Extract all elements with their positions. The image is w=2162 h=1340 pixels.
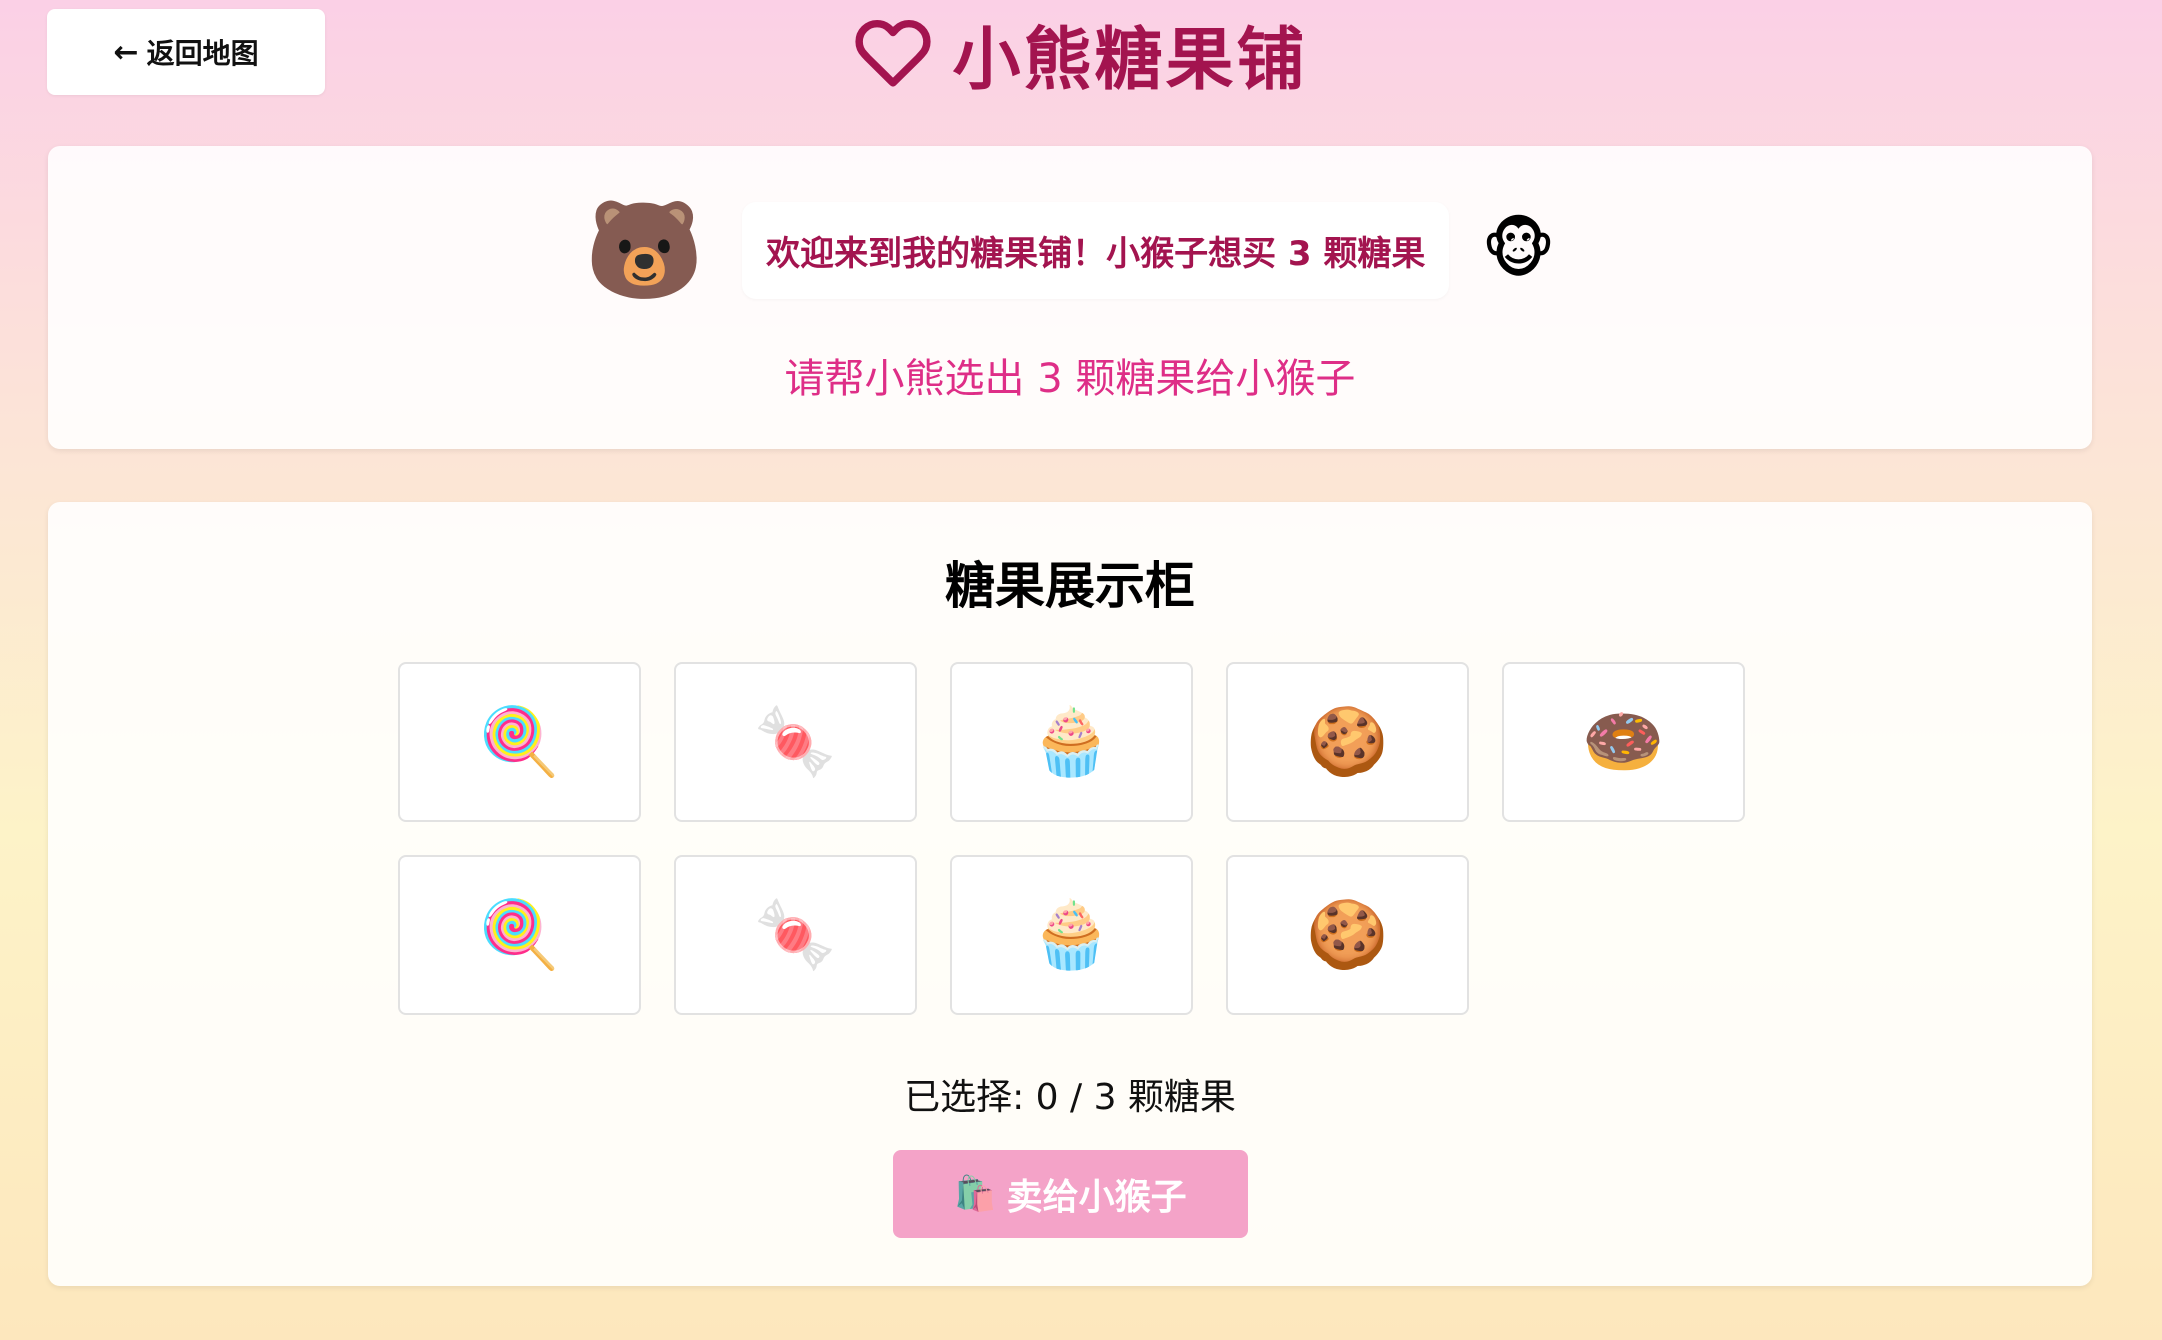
monkey-avatar: 🐵 bbox=[1481, 213, 1556, 287]
candy-tile-candy[interactable]: 🍬 bbox=[674, 855, 917, 1015]
candy-tile-candy[interactable]: 🍬 bbox=[674, 662, 917, 822]
candy-tile-cookie[interactable]: 🍪 bbox=[1226, 662, 1469, 822]
page-header: 小熊糖果铺 bbox=[0, 8, 2162, 100]
candy-grid: 🍭 🍬 🧁 🍪 🍩 🍭 🍬 🧁 🍪 bbox=[398, 662, 1748, 1015]
speech-row: 🐻 欢迎来到我的糖果铺！小猴子想买 3 颗糖果 🐵 bbox=[48, 196, 2092, 304]
candy-tile-cupcake[interactable]: 🧁 bbox=[950, 662, 1193, 822]
bear-avatar: 🐻 bbox=[584, 194, 705, 306]
page-title: 小熊糖果铺 bbox=[952, 20, 1308, 100]
candy-tile-cupcake[interactable]: 🧁 bbox=[950, 855, 1193, 1015]
candy-tile-donut[interactable]: 🍩 bbox=[1502, 662, 1745, 822]
candy-tile-lollipop[interactable]: 🍭 bbox=[398, 662, 641, 822]
instruction-text: 请帮小熊选出 3 颗糖果给小猴子 bbox=[784, 356, 1356, 402]
shopping-bag-icon: 🛍️ bbox=[954, 1174, 997, 1214]
sell-button-label: 卖给小猴子 bbox=[1006, 1177, 1187, 1218]
candy-tile-lollipop[interactable]: 🍭 bbox=[398, 855, 641, 1015]
intro-card: 🐻 欢迎来到我的糖果铺！小猴子想买 3 颗糖果 🐵 请帮小熊选出 3 颗糖果给小… bbox=[48, 146, 2092, 449]
sell-to-monkey-button[interactable]: 🛍️ 卖给小猴子 bbox=[893, 1150, 1248, 1238]
candy-shop-card: 糖果展示柜 🍭 🍬 🧁 🍪 🍩 🍭 🍬 🧁 🍪 已选择: 0 / 3 颗糖果 🛍… bbox=[48, 502, 2092, 1286]
speech-bubble: 欢迎来到我的糖果铺！小猴子想买 3 颗糖果 bbox=[742, 201, 1450, 299]
candy-tile-cookie[interactable]: 🍪 bbox=[1226, 855, 1469, 1015]
selection-count: 已选择: 0 / 3 颗糖果 bbox=[904, 1077, 1236, 1118]
heart-icon bbox=[855, 19, 932, 87]
shop-title: 糖果展示柜 bbox=[945, 557, 1195, 615]
